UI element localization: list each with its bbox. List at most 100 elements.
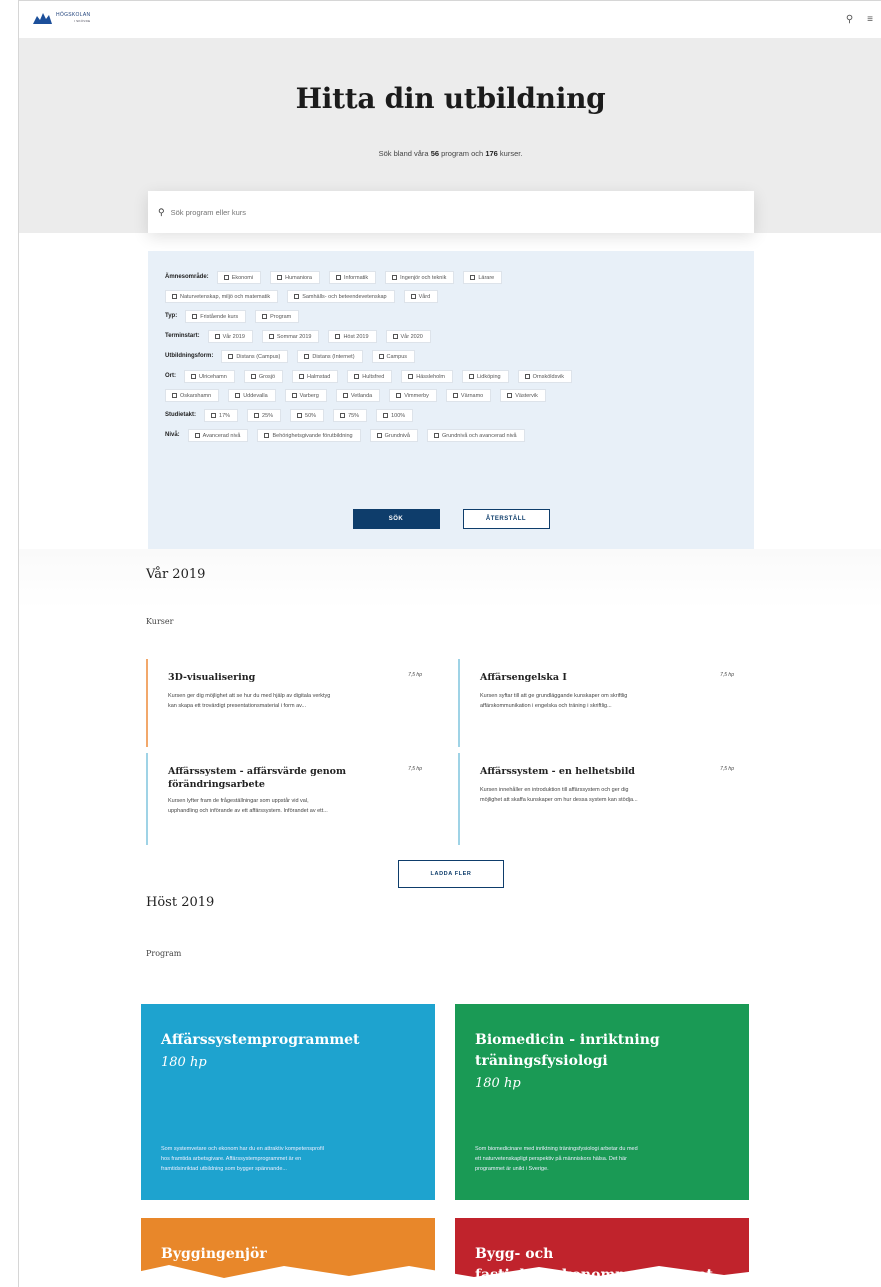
filter-checkbox[interactable]: Distans (Internet) — [297, 350, 363, 363]
course-desc-line: Kursen ger dig möjlighet att se hur du m… — [168, 693, 331, 699]
filter-checkbox[interactable]: Lidköping — [462, 370, 509, 383]
filter-checkbox[interactable]: Vimmerby — [389, 389, 437, 402]
filter-checkbox[interactable]: Vård — [403, 290, 439, 303]
filter-checkbox[interactable]: Fristående kurs — [185, 310, 247, 323]
course-card[interactable]: Affärssystem - affärsvärde genom förändr… — [146, 753, 436, 845]
filter-checkbox[interactable]: Halmstad — [292, 370, 339, 383]
checkbox-icon — [291, 393, 297, 398]
filter-panel: Ämnesområde: Ekonomi Humaniora Informati… — [148, 251, 754, 549]
search-icon[interactable]: ⚲ — [846, 14, 853, 25]
filter-option-label: Distans (Campus) — [236, 353, 281, 360]
filter-checkbox[interactable]: Vår 2019 — [207, 330, 253, 343]
top-icons: ⚲ ≡ — [846, 14, 873, 25]
filter-checkbox[interactable]: Varberg — [284, 389, 327, 402]
filter-option-label: Grundnivå och avancerad nivå — [442, 432, 517, 439]
filter-option-label: Humaniora — [285, 274, 312, 281]
filter-option-label: Vår 2020 — [400, 333, 423, 340]
filter-checkbox[interactable]: Vetlanda — [335, 389, 381, 402]
filter-row-amne-cont: Naturvetenskap, miljö och matematik Samh… — [165, 290, 737, 303]
filter-checkbox[interactable]: Uddevalla — [228, 389, 276, 402]
checkbox-icon — [192, 314, 198, 319]
checkbox-icon — [470, 275, 476, 280]
course-count: 176 — [485, 149, 498, 158]
filter-checkbox[interactable]: Hässleholm — [401, 370, 454, 383]
subtitle-courses: Kurser — [146, 617, 174, 626]
filter-option-label: 100% — [391, 412, 406, 419]
checkbox-icon — [378, 354, 384, 359]
search-input[interactable] — [170, 207, 571, 217]
search-icon: ⚲ — [158, 206, 165, 217]
reset-button[interactable]: ÅTERSTÄLL — [462, 509, 550, 529]
course-desc-line: kan skapa ett trovärdigt presentationsma… — [168, 703, 307, 709]
filter-checkbox[interactable]: 100% — [376, 409, 414, 422]
filter-checkbox[interactable]: Humaniora — [270, 271, 320, 284]
filter-checkbox[interactable]: Ingenjör och teknik — [385, 271, 455, 284]
load-more-button[interactable]: LADDA FLER — [398, 860, 504, 888]
program-card[interactable]: Affärssystemprogrammet 180 hp Som system… — [141, 1004, 435, 1200]
filter-checkbox[interactable]: Ekonomi — [216, 271, 262, 284]
program-credits: 180 hp — [161, 1055, 207, 1070]
filter-checkbox[interactable]: Lärare — [463, 271, 503, 284]
checkbox-icon — [452, 393, 458, 398]
course-description: Kursen syftar till att ge grundläggande … — [480, 691, 730, 711]
filter-checkbox[interactable]: Samhälls- och beteendevetenskap — [287, 290, 395, 303]
program-title: Biomedicin - inriktning träningsfysiolog… — [475, 1032, 660, 1069]
logo[interactable]: HÖGSKOLAN I SKÖVDE — [33, 12, 90, 24]
course-desc-line: Kursen lyfter fram de frågeställningar s… — [168, 798, 309, 804]
filter-checkbox[interactable]: Campus — [371, 350, 416, 363]
filter-checkbox[interactable]: 75% — [333, 409, 368, 422]
course-card[interactable]: Affärssystem - en helhetsbild 7,5 hp Kur… — [458, 753, 748, 845]
filter-checkbox[interactable]: Naturvetenskap, miljö och matematik — [165, 290, 279, 303]
intro-post: kurser. — [497, 149, 523, 158]
filter-checkbox[interactable]: Vår 2020 — [385, 330, 431, 343]
filter-option-label: 25% — [262, 412, 274, 419]
course-description: Kursen lyfter fram de frågeställningar s… — [168, 796, 418, 816]
checkbox-icon — [172, 294, 177, 299]
course-desc-line: Kursen syftar till att ge grundläggande … — [480, 693, 628, 699]
filter-checkbox[interactable]: Västervik — [500, 389, 546, 402]
filter-checkbox[interactable]: Grundnivå och avancerad nivå — [427, 429, 525, 442]
filter-checkbox[interactable]: Värnamo — [445, 389, 492, 402]
program-card[interactable]: Biomedicin - inriktning träningsfysiolog… — [455, 1004, 749, 1200]
intro-pre: Sök bland våra — [378, 149, 431, 158]
search-button[interactable]: SÖK — [352, 509, 440, 529]
menu-icon[interactable]: ≡ — [867, 14, 873, 25]
checkbox-icon — [299, 374, 305, 379]
filter-option-label: Vår 2019 — [222, 333, 245, 340]
course-description: Kursen ger dig möjlighet att se hur du m… — [168, 691, 418, 711]
filter-option-label: 17% — [219, 412, 231, 419]
program-credits: 180 hp — [475, 1076, 521, 1091]
filter-checkbox[interactable]: Grosjö — [243, 370, 284, 383]
program-desc-line: framtidsinriktad utbildning som bygger s… — [161, 1166, 287, 1172]
checkbox-icon — [396, 393, 402, 398]
course-description: Kursen innehåller en introduktion till a… — [480, 785, 730, 805]
filter-checkbox[interactable]: 25% — [247, 409, 282, 422]
filter-checkbox[interactable]: Program — [255, 310, 300, 323]
filter-option-label: Ulricehamn — [199, 373, 227, 380]
filter-checkbox[interactable]: 17% — [204, 409, 239, 422]
filter-checkbox[interactable]: Informatik — [329, 271, 377, 284]
course-title: Affärssystem - en helhetsbild — [480, 766, 635, 777]
checkbox-icon — [214, 334, 220, 339]
checkbox-icon — [264, 433, 270, 438]
filter-checkbox[interactable]: Ornsköldsvik — [517, 370, 573, 383]
filter-row-amne: Ämnesområde: Ekonomi Humaniora Informati… — [165, 271, 737, 284]
filter-checkbox[interactable]: Hultsfred — [347, 370, 393, 383]
filter-checkbox[interactable]: Ulricehamn — [184, 370, 235, 383]
filter-checkbox[interactable]: Oskarshamn — [165, 389, 220, 402]
program-title: Byggingenjör — [161, 1246, 267, 1262]
filter-row-niva: Nivå: Avancerad nivå Behörighetsgivande … — [165, 429, 737, 442]
filter-checkbox[interactable]: Sommar 2019 — [261, 330, 320, 343]
program-desc-line: hos framtida arbetsgivare. Affärssystemp… — [161, 1156, 302, 1162]
filter-row-utbildningsform: Utbildningsform: Distans (Campus) Distan… — [165, 350, 737, 363]
filter-checkbox[interactable]: 50% — [290, 409, 325, 422]
course-credits: 7,5 hp — [408, 766, 422, 772]
filter-checkbox[interactable]: Distans (Campus) — [221, 350, 289, 363]
course-card[interactable]: 3D-visualisering 7,5 hp Kursen ger dig m… — [146, 659, 436, 747]
course-card[interactable]: Affärsengelska I 7,5 hp Kursen syftar ti… — [458, 659, 748, 747]
filter-option-label: Uddevalla — [243, 392, 268, 399]
filter-checkbox[interactable]: Behörighetsgivande förutbildning — [257, 429, 361, 442]
filter-checkbox[interactable]: Avancerad nivå — [187, 429, 249, 442]
filter-checkbox[interactable]: Grundnivå — [369, 429, 418, 442]
filter-checkbox[interactable]: Höst 2019 — [328, 330, 377, 343]
